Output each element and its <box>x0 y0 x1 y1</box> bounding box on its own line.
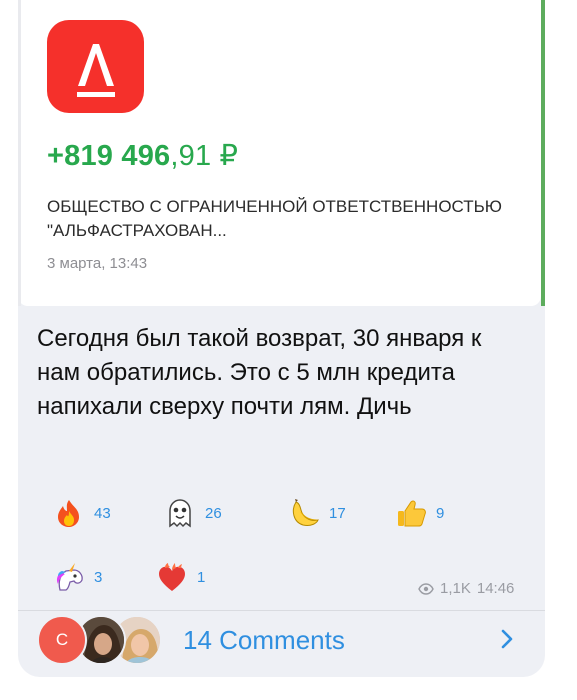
fire-icon <box>58 500 79 527</box>
reaction-count: 1 <box>197 568 206 586</box>
comments-divider <box>18 610 545 611</box>
heart-on-fire-icon <box>159 563 185 591</box>
reaction-heart-on-fire[interactable]: 1 <box>155 562 205 592</box>
reaction-thumbs-up[interactable]: 9 <box>394 498 444 528</box>
unicorn-icon <box>56 563 83 591</box>
reaction-count: 43 <box>94 504 111 522</box>
message-text: Сегодня был такой возврат, 30 января к н… <box>37 325 482 420</box>
eye-icon <box>418 582 434 595</box>
bank-logo <box>47 20 144 113</box>
reaction-banana[interactable]: 17 <box>287 498 346 528</box>
transfer-date: 3 марта, 13:43 <box>47 255 148 272</box>
card-accent-bar <box>541 0 545 306</box>
thumbs-up-icon <box>398 500 426 527</box>
amount-main: +819 496 <box>47 140 171 172</box>
reaction-unicorn[interactable]: 3 <box>52 562 102 592</box>
reaction-count: 17 <box>329 504 346 522</box>
avatar-letter: C <box>55 630 69 649</box>
sender-company: ОБЩЕСТВО С ОГРАНИЧЕННОЙ ОТВЕТСТВЕННОСТЬЮ… <box>47 197 502 240</box>
amount-fraction: ,91 ₽ <box>170 140 239 172</box>
avatar[interactable]: C <box>37 615 87 665</box>
card-edge <box>18 0 21 306</box>
view-count: 1,1K <box>440 580 471 597</box>
message-meta: 1,1K 14:46 <box>418 580 514 597</box>
reaction-ghost[interactable]: 26 <box>163 498 222 528</box>
ghost-icon <box>169 499 191 528</box>
reaction-count: 26 <box>205 504 222 522</box>
chevron-right-icon[interactable] <box>500 628 514 650</box>
comments-link[interactable]: 14 Comments <box>183 625 345 656</box>
reaction-count: 3 <box>94 568 103 586</box>
reaction-fire[interactable]: 43 <box>52 498 111 528</box>
transfer-amount: +819 496,91 ₽ <box>47 138 238 173</box>
reaction-count: 9 <box>436 504 445 522</box>
banana-icon <box>292 499 319 526</box>
message-time: 14:46 <box>476 580 515 597</box>
